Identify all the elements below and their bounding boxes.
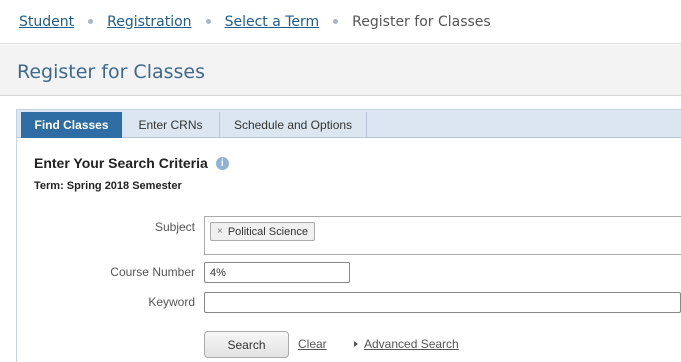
term-label: Term: Spring 2018 Semester	[34, 180, 182, 192]
breadcrumb-registration-link[interactable]: Registration	[107, 14, 191, 30]
clear-link[interactable]: Clear	[298, 337, 327, 351]
subject-input[interactable]: × Political Science	[204, 216, 681, 255]
course-number-input[interactable]	[204, 262, 350, 283]
breadcrumb-separator	[88, 19, 94, 24]
advanced-search-toggle[interactable]: Advanced Search	[354, 337, 459, 351]
course-number-label: Course Number	[110, 265, 195, 279]
breadcrumb-current: Register for Classes	[352, 13, 491, 30]
search-panel: Find Classes Enter CRNs Schedule and Opt…	[16, 109, 681, 362]
subject-chip: × Political Science	[210, 222, 315, 241]
subject-label: Subject	[154, 220, 195, 234]
search-button[interactable]: Search	[204, 331, 289, 358]
search-heading: Enter Your Search Criteria i	[34, 155, 229, 171]
tab-enter-crns[interactable]: Enter CRNs	[122, 112, 220, 138]
tab-find-classes[interactable]: Find Classes	[21, 112, 122, 145]
subject-chip-label: Political Science	[227, 225, 308, 238]
remove-chip-icon[interactable]: ×	[217, 226, 223, 237]
breadcrumb-separator	[205, 19, 211, 24]
info-icon[interactable]: i	[215, 156, 229, 170]
tab-bar: Find Classes Enter CRNs Schedule and Opt…	[17, 110, 681, 145]
advanced-search-link[interactable]: Advanced Search	[364, 337, 459, 351]
keyword-input[interactable]	[204, 292, 681, 313]
page-title: Register for Classes	[17, 61, 206, 83]
breadcrumb-select-term-link[interactable]: Select a Term	[225, 14, 320, 30]
breadcrumb: Student Registration Select a Term Regis…	[0, 0, 681, 44]
search-form: Enter Your Search Criteria i Term: Sprin…	[17, 138, 681, 362]
breadcrumb-separator	[333, 19, 339, 24]
caret-right-icon	[354, 341, 358, 347]
breadcrumb-student-link[interactable]: Student	[19, 14, 74, 30]
keyword-label: Keyword	[148, 295, 195, 309]
page-title-bar: Register for Classes	[0, 45, 681, 96]
search-heading-text: Enter Your Search Criteria	[34, 155, 208, 171]
tab-schedule-and-options[interactable]: Schedule and Options	[220, 112, 367, 138]
